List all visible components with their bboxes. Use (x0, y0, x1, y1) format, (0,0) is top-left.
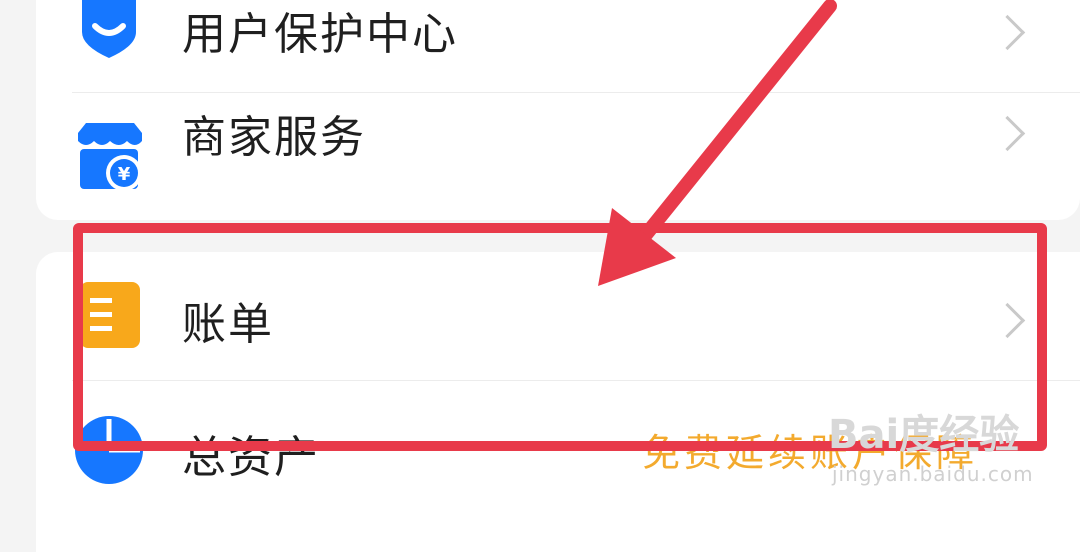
watermark-url: jingyan.baidu.com (832, 462, 1034, 486)
watermark-logo: Bai度经验 (828, 412, 1020, 458)
